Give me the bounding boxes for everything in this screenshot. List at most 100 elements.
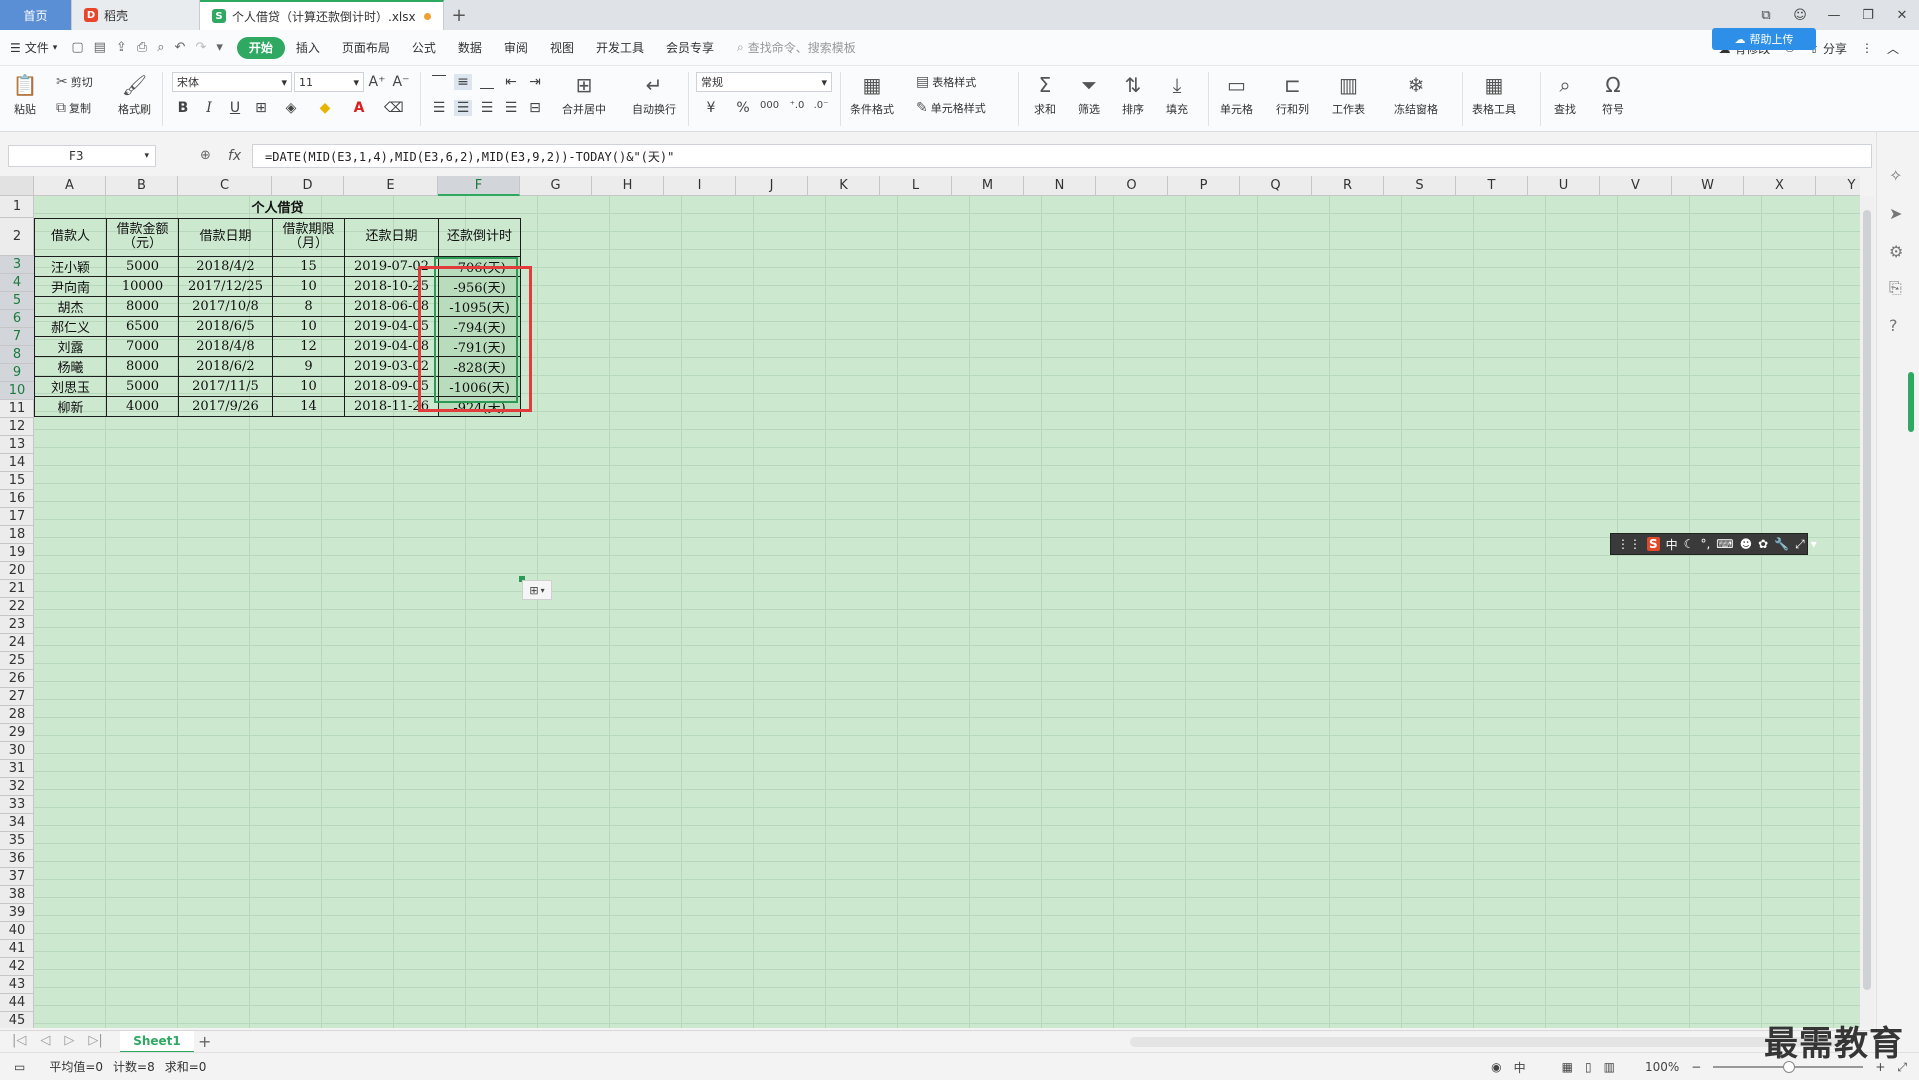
tab-document[interactable]: S 个人借贷（计算还款倒计时）.xlsx	[200, 0, 444, 30]
sum-button[interactable]: Σ 求和	[1032, 72, 1058, 117]
currency-button[interactable]: ¥	[702, 100, 720, 116]
export-icon[interactable]: ⇪	[116, 40, 127, 55]
row-header-17[interactable]: 17	[0, 508, 34, 526]
row-header-20[interactable]: 20	[0, 562, 34, 580]
wrench-icon[interactable]: 🔧	[1774, 537, 1789, 551]
row-header-27[interactable]: 27	[0, 688, 34, 706]
column-header-j[interactable]: J	[736, 176, 808, 196]
vertical-scrollbar[interactable]	[1860, 196, 1874, 1028]
table-cell[interactable]: 9	[272, 355, 345, 377]
fill-button[interactable]: ⤓ 填充	[1164, 72, 1190, 117]
column-header-o[interactable]: O	[1096, 176, 1168, 196]
column-header-a[interactable]: A	[34, 176, 106, 196]
tab-developer[interactable]: 开发工具	[585, 37, 655, 59]
table-cell[interactable]: 7000	[106, 335, 179, 357]
last-sheet-icon[interactable]: ▷|	[88, 1033, 102, 1048]
next-sheet-icon[interactable]: ▷	[64, 1033, 74, 1048]
fill-color-icon[interactable]: ◆	[316, 100, 334, 116]
tab-review[interactable]: 审阅	[493, 37, 539, 59]
table-cell[interactable]: 5000	[106, 255, 179, 277]
row-header-18[interactable]: 18	[0, 526, 34, 544]
column-header-v[interactable]: V	[1600, 176, 1672, 196]
tab-member[interactable]: 会员专享	[655, 37, 725, 59]
sheet-title[interactable]: 个人借贷	[34, 196, 521, 219]
filter-button[interactable]: ⏷ 筛选	[1076, 72, 1102, 117]
zoom-slider[interactable]	[1713, 1061, 1864, 1073]
undo-icon[interactable]: ↶	[175, 40, 186, 55]
tab-home[interactable]: 首页	[0, 0, 72, 30]
row-header-37[interactable]: 37	[0, 868, 34, 886]
table-cell[interactable]: 10	[272, 315, 345, 337]
table-cell[interactable]: 刘露	[34, 335, 107, 357]
expand-icon[interactable]: ⤢	[1795, 537, 1805, 552]
first-sheet-icon[interactable]: |◁	[12, 1033, 26, 1048]
formula-input[interactable]: =DATE(MID(E3,1,4),MID(E3,6,2),MID(E3,9,2…	[252, 144, 1872, 168]
row-header-38[interactable]: 38	[0, 886, 34, 904]
italic-button[interactable]: I	[200, 100, 218, 116]
row-header[interactable]: 1 2 3 4 5 6 7 8 9 10 11 12 13 14 15 16 17 18 19 20 21 22 23 24 2…	[0, 196, 34, 1028]
keyboard-icon[interactable]: ⌨	[1716, 537, 1733, 551]
table-cell[interactable]: 10000	[106, 275, 179, 297]
symbol-button[interactable]: Ω 符号	[1600, 72, 1626, 117]
minimize-icon[interactable]: —	[1817, 8, 1851, 23]
row-header-7[interactable]: 7	[0, 328, 34, 346]
row-header-13[interactable]: 13	[0, 436, 34, 454]
column-header-x[interactable]: X	[1744, 176, 1816, 196]
row-header-33[interactable]: 33	[0, 796, 34, 814]
table-cell[interactable]: 2017/11/5	[178, 375, 273, 397]
align-right-icon[interactable]: ☰	[478, 100, 496, 116]
underline-button[interactable]: U	[226, 100, 244, 116]
table-cell[interactable]: 2017/12/25	[178, 275, 273, 297]
row-header-40[interactable]: 40	[0, 922, 34, 940]
table-cell[interactable]: 胡杰	[34, 295, 107, 317]
column-header-q[interactable]: Q	[1240, 176, 1312, 196]
row-header-23[interactable]: 23	[0, 616, 34, 634]
row-header-21[interactable]: 21	[0, 580, 34, 598]
percent-button[interactable]: %	[734, 100, 752, 116]
command-search[interactable]: ⌕ 查找命令、搜索模板	[737, 39, 856, 56]
more-icon[interactable]: ⋮	[1861, 41, 1873, 55]
bold-button[interactable]: B	[174, 100, 192, 116]
side-panel-handle[interactable]	[1908, 372, 1914, 432]
row-header-43[interactable]: 43	[0, 976, 34, 994]
punctuation-icon[interactable]: °,	[1700, 537, 1710, 551]
new-doc-icon[interactable]: ▢	[71, 40, 83, 55]
add-sheet-button[interactable]: +	[198, 1032, 211, 1051]
row-header-19[interactable]: 19	[0, 544, 34, 562]
font-size-select[interactable]: 11 ▾	[294, 72, 364, 92]
row-header-36[interactable]: 36	[0, 850, 34, 868]
column-header-u[interactable]: U	[1528, 176, 1600, 196]
format-painter-button[interactable]: 🖌 格式刷	[118, 72, 151, 117]
border-icon[interactable]: ⊞	[252, 100, 270, 116]
collapse-ribbon-icon[interactable]: ︿	[1887, 40, 1899, 57]
page-break-view-icon[interactable]: ▥	[1604, 1060, 1615, 1074]
zoom-level[interactable]: 100%	[1645, 1060, 1679, 1074]
table-cell[interactable]: 10	[272, 275, 345, 297]
row-col-button[interactable]: ⊏ 行和列	[1276, 72, 1309, 117]
window-list-icon[interactable]: ⧉	[1749, 8, 1783, 23]
row-header-31[interactable]: 31	[0, 760, 34, 778]
table-header-cell[interactable]: 借款期限（月）	[272, 217, 345, 257]
input-mode[interactable]: 中	[1514, 1059, 1526, 1076]
merge-center-button[interactable]: ⊞ 合并居中	[562, 72, 606, 117]
cell-button[interactable]: ▭ 单元格	[1220, 72, 1253, 117]
settings-sliders-icon[interactable]: ⚙	[1889, 242, 1903, 261]
tab-insert[interactable]: 插入	[285, 37, 331, 59]
cell-style-icon[interactable]: ◈	[282, 100, 300, 116]
table-header-cell[interactable]: 借款人	[34, 217, 107, 257]
chevron-down-icon[interactable]: ▾	[1811, 537, 1817, 551]
table-cell[interactable]: 5000	[106, 375, 179, 397]
column-header-y[interactable]: Y	[1816, 176, 1860, 196]
row-header-1[interactable]: 1	[0, 196, 34, 218]
row-header-14[interactable]: 14	[0, 454, 34, 472]
eye-protect-icon[interactable]: ◉	[1491, 1060, 1501, 1074]
help-icon[interactable]: ?	[1889, 316, 1898, 335]
align-bottom-icon[interactable]: ⎽	[478, 74, 496, 90]
table-cell[interactable]: 8000	[106, 355, 179, 377]
horizontal-scrollbar[interactable]	[1130, 1037, 1850, 1047]
row-header-10[interactable]: 10	[0, 382, 34, 400]
wrap-text-button[interactable]: ↵ 自动换行	[632, 72, 676, 117]
row-header-29[interactable]: 29	[0, 724, 34, 742]
row-header-32[interactable]: 32	[0, 778, 34, 796]
row-header-16[interactable]: 16	[0, 490, 34, 508]
